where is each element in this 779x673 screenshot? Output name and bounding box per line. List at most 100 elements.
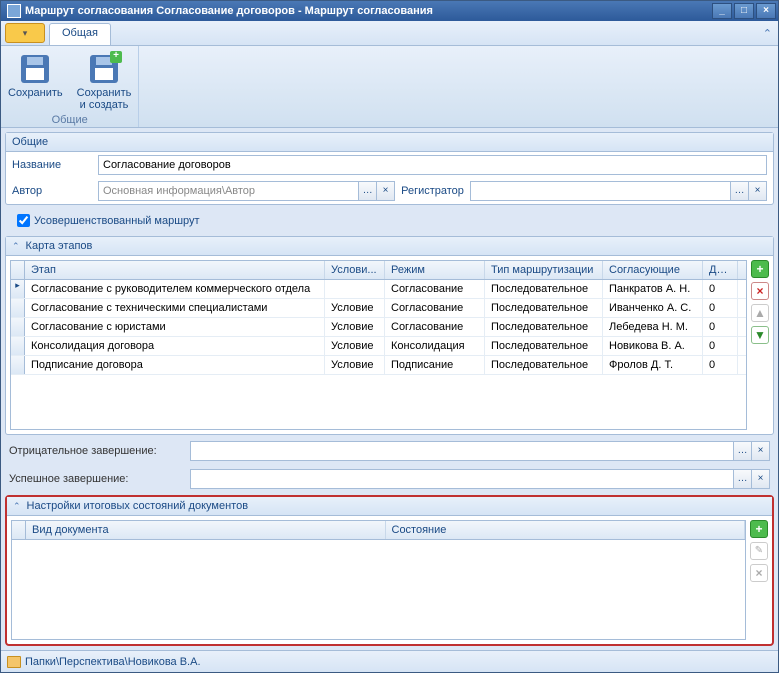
cell-approvers: Лебедева Н. М. [603,318,703,336]
cell-condition: Условие [325,337,385,355]
cell-duration: 0 [703,299,738,317]
success-clear-button[interactable]: × [751,470,769,488]
save-label: Сохранить [8,87,63,99]
save-create-label: Сохранить и создать [77,87,132,111]
breadcrumb[interactable]: Папки\Перспектива\Новикова В.А. [25,656,201,668]
edit-final-state-button[interactable]: ✎ [750,542,768,560]
cell-condition: Условие [325,318,385,336]
collapse-stages-icon[interactable]: ⌃ [12,241,20,252]
col-routing[interactable]: Тип маршрутизации [485,261,603,279]
app-window: Маршрут согласования Согласование догово… [0,0,779,673]
add-final-state-button[interactable]: + [750,520,768,538]
col-stage[interactable]: Этап [25,261,325,279]
status-bar: Папки\Перспектива\Новикова В.А. [1,650,778,672]
name-label: Название [12,159,92,171]
move-down-button[interactable]: ▼ [751,326,769,344]
group-general: Общие Название Автор … × Регистратор … × [5,132,774,205]
row-marker [11,356,25,374]
cell-routing: Последовательное [485,318,603,336]
cell-duration: 0 [703,318,738,336]
table-row[interactable]: ▸Согласование с руководителем коммерческ… [11,280,746,299]
col-mode[interactable]: Режим [385,261,485,279]
col-state[interactable]: Состояние [386,521,746,539]
group-final-states: ⌃ Настройки итоговых состояний документо… [5,495,774,646]
group-final-states-header: ⌃ Настройки итоговых состояний документо… [7,497,772,516]
collapse-final-states-icon[interactable]: ⌃ [13,501,21,512]
table-row[interactable]: Подписание договораУсловиеПодписаниеПосл… [11,356,746,375]
author-lookup-button[interactable]: … [358,182,376,200]
final-states-title: Настройки итоговых состояний документов [27,500,249,512]
save-button[interactable]: Сохранить [1,50,70,114]
content-area: Общие Название Автор … × Регистратор … × [1,128,778,650]
delete-final-state-button[interactable]: × [750,564,768,582]
cell-duration: 0 [703,356,738,374]
cell-mode: Подписание [385,356,485,374]
author-clear-button[interactable]: × [376,182,394,200]
move-up-button[interactable]: ▲ [751,304,769,322]
tab-strip: ▾ Общая ⌃ [1,21,778,46]
final-states-header-row: Вид документа Состояние [12,521,745,540]
registrar-label: Регистратор [401,185,464,197]
registrar-input[interactable] [471,182,730,200]
save-create-button[interactable]: + Сохранить и создать [70,50,139,114]
negative-completion-group: … × [190,441,770,461]
col-doctype[interactable]: Вид документа [26,521,386,539]
minimize-button[interactable]: _ [712,3,732,19]
close-button[interactable]: × [756,3,776,19]
registrar-lookup-button[interactable]: … [730,182,748,200]
cell-routing: Последовательное [485,356,603,374]
ribbon-collapse-icon[interactable]: ⌃ [763,27,772,40]
final-states-table: Вид документа Состояние [11,520,746,640]
final-states-side-buttons: + ✎ × [750,520,768,640]
table-row[interactable]: Согласование с техническими специалистам… [11,299,746,318]
table-row[interactable]: Консолидация договораУсловиеКонсолидация… [11,337,746,356]
delete-stage-button[interactable]: × [751,282,769,300]
col-condition[interactable]: Услови... [325,261,385,279]
success-completion-input[interactable] [191,470,733,488]
author-input[interactable] [99,182,358,200]
cell-approvers: Панкратов А. Н. [603,280,703,298]
cell-condition: Условие [325,356,385,374]
tab-general[interactable]: Общая [49,23,111,45]
add-stage-button[interactable]: + [751,260,769,278]
stages-title: Карта этапов [26,240,93,252]
cell-approvers: Иванченко А. С. [603,299,703,317]
cell-mode: Согласование [385,280,485,298]
cell-routing: Последовательное [485,337,603,355]
row-marker [11,299,25,317]
window-title: Маршрут согласования Согласование догово… [25,5,710,17]
registrar-clear-button[interactable]: × [748,182,766,200]
cell-routing: Последовательное [485,280,603,298]
row-marker [11,318,25,336]
group-stages-header: ⌃ Карта этапов [6,237,773,256]
maximize-button[interactable]: □ [734,3,754,19]
group-stages: ⌃ Карта этапов Этап Услови... Режим Тип … [5,236,774,435]
cell-mode: Согласование [385,318,485,336]
row-marker: ▸ [11,280,25,298]
col-approvers[interactable]: Согласующие [603,261,703,279]
col-duration[interactable]: Дли... [703,261,738,279]
advanced-route-checkbox[interactable] [17,214,30,227]
cell-duration: 0 [703,280,738,298]
app-icon [7,4,21,18]
negative-completion-input[interactable] [191,442,733,460]
table-row[interactable]: Согласование с юристамиУсловиеСогласован… [11,318,746,337]
ribbon: Сохранить + Сохранить и создать Общие [1,46,778,128]
cell-condition: Условие [325,299,385,317]
save-create-icon: + [88,53,120,85]
quick-menu-button[interactable]: ▾ [5,23,45,43]
ribbon-group-label: Общие [52,114,88,128]
advanced-route-row: Усовершенствованный маршрут [5,209,774,232]
negative-completion-row: Отрицательное завершение: … × [5,439,774,463]
negative-clear-button[interactable]: × [751,442,769,460]
cell-condition [325,280,385,298]
stages-header-row: Этап Услови... Режим Тип маршрутизации С… [11,261,746,280]
negative-lookup-button[interactable]: … [733,442,751,460]
cell-duration: 0 [703,337,738,355]
cell-routing: Последовательное [485,299,603,317]
cell-mode: Консолидация [385,337,485,355]
stages-side-buttons: + × ▲ ▼ [751,260,769,430]
success-lookup-button[interactable]: … [733,470,751,488]
row-marker [11,337,25,355]
name-input[interactable] [98,155,767,175]
